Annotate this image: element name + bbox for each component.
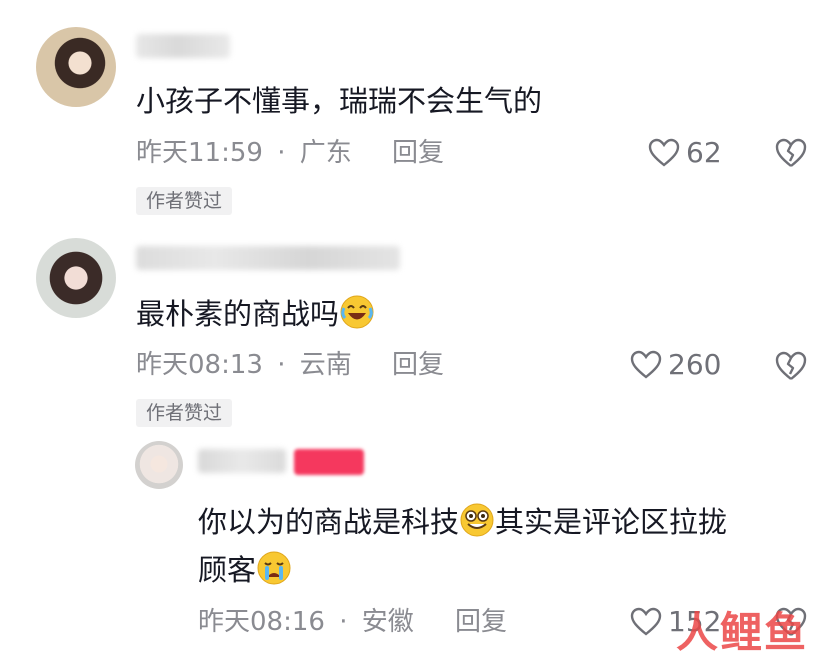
commenter-name-blurred[interactable] [136,246,400,270]
comment-time: 昨天08:13 [136,350,263,380]
reply-button[interactable]: 回复 [392,138,444,168]
comment-meta: 昨天08:13 · 云南 [136,350,352,380]
heart-icon [630,350,662,379]
reply-time: 昨天08:16 [198,607,325,637]
like-count: 62 [686,136,722,169]
crying-emoji-icon [257,551,291,585]
laugh-cry-emoji-icon [340,295,374,329]
replier-avatar[interactable] [135,441,183,489]
comment-meta: 昨天11:59 · 广东 [136,138,352,168]
meta-separator: · [277,138,286,168]
reply-text-line2: 顾客 [198,550,292,587]
comment-text: 小孩子不懂事，瑞瑞不会生气的 [136,84,543,118]
like-button[interactable]: 62 [648,138,722,168]
reply-text-part1: 你以为的商战是科技 [198,505,460,539]
heart-icon [630,607,662,636]
author-tag-blurred [294,449,364,475]
watermark-logo: 人鲤鱼 [676,608,809,657]
heart-icon [648,138,680,167]
meta-separator: · [339,607,348,637]
comment-location: 云南 [299,350,352,380]
like-count: 260 [668,348,722,381]
commenter-name-blurred[interactable] [136,34,230,58]
like-button[interactable]: 260 [630,350,721,380]
comment-text-content: 最朴素的商战吗 [136,297,340,331]
reply-location: 安徽 [361,607,414,637]
commenter-avatar[interactable] [36,238,116,318]
author-liked-badge: 作者赞过 [136,399,233,427]
reply-button[interactable]: 回复 [392,350,444,380]
reply-text-part2: 其实是评论区拉拢 [495,505,728,539]
meta-separator: · [277,350,286,380]
comment-time: 昨天11:59 [136,138,263,168]
replier-name-blurred[interactable] [198,449,286,473]
commenter-avatar[interactable] [36,27,116,107]
reply-button[interactable]: 回复 [455,607,507,637]
comment-location: 广东 [299,138,352,168]
reply-meta: 昨天08:16 · 安徽 [198,607,414,637]
comment-text: 最朴素的商战吗 [136,294,375,331]
dislike-broken-heart-icon[interactable] [774,350,808,382]
reply-text-part3: 顾客 [198,553,257,587]
reply-text-line1: 你以为的商战是科技 其实是评论区拉拢 [198,502,727,539]
goofy-grin-emoji-icon [460,503,494,537]
author-liked-badge: 作者赞过 [136,187,233,215]
dislike-broken-heart-icon[interactable] [774,137,808,169]
